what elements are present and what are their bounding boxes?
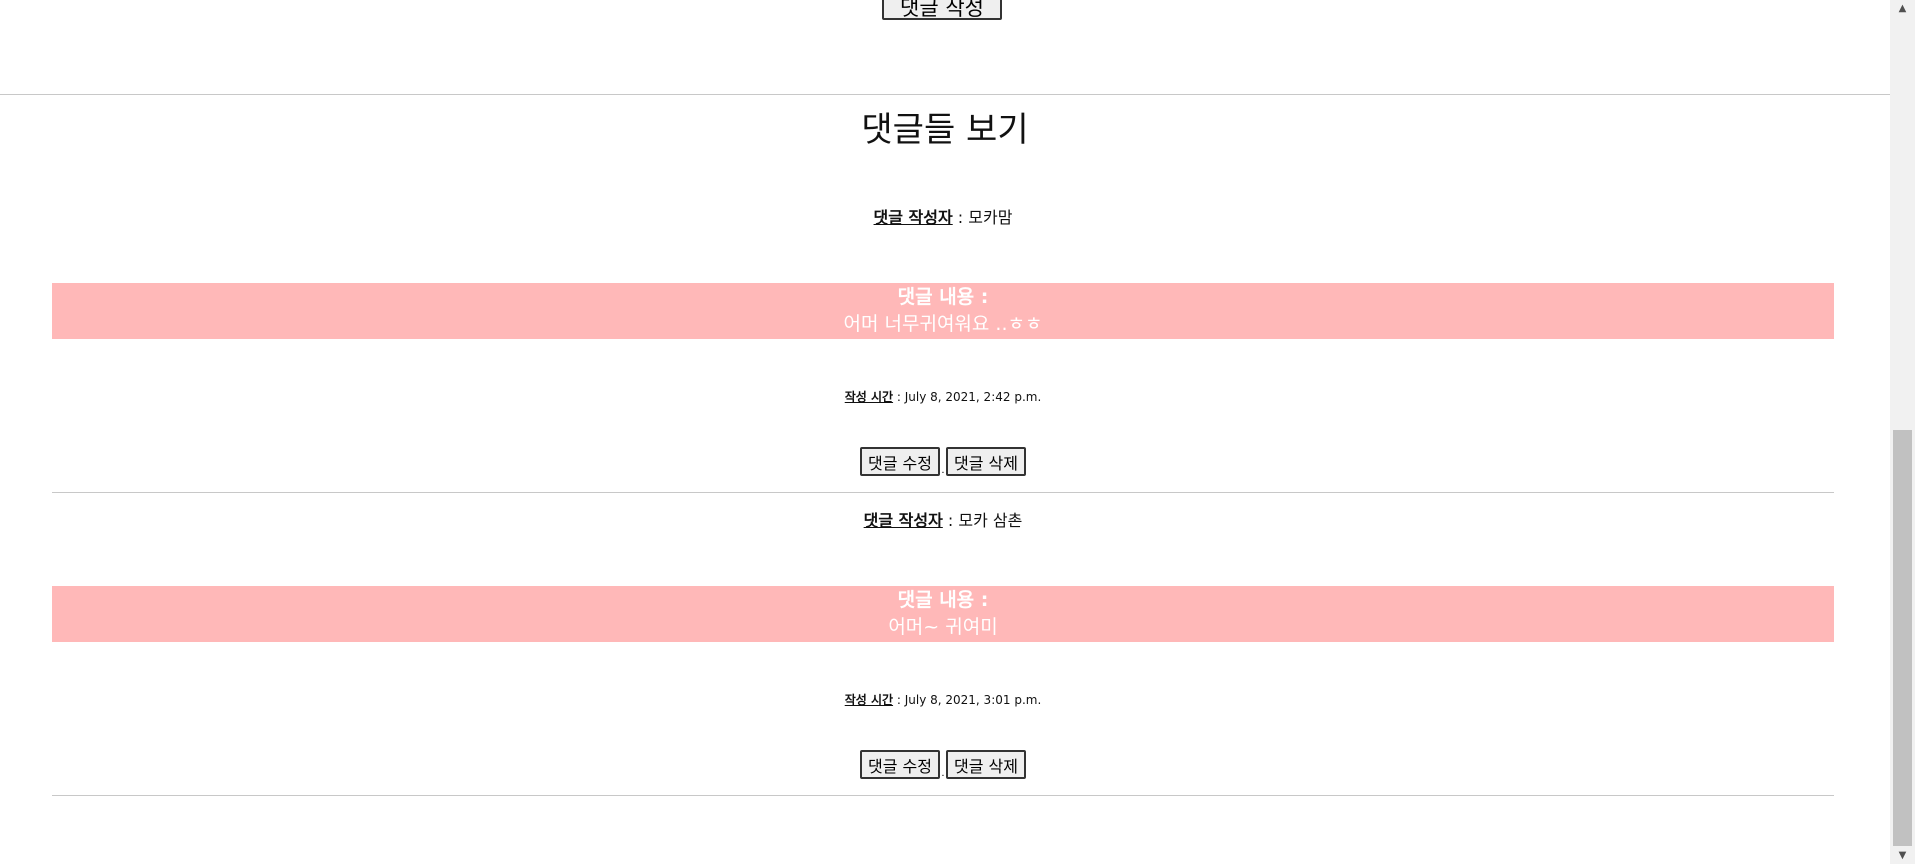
comment-time-separator: :	[893, 390, 905, 404]
comment-author-label: 댓글 작성자	[873, 208, 953, 227]
comment-time-line: 작성 시간 : July 8, 2021, 2:42 p.m.	[52, 388, 1834, 406]
delete-comment-button[interactable]: 댓글 삭제	[946, 750, 1026, 779]
comment-content-box: 댓글 내용 : 어머 너무귀여워요 ..ㅎㅎ	[52, 283, 1834, 339]
comment-time-label: 작성 시간	[844, 693, 894, 707]
vertical-scrollbar[interactable]: ▲ ▼	[1890, 0, 1915, 864]
page-viewport: 댓글 작성 댓글들 보기 댓글 작성자 : 모카맘 댓글 내용 : 어머 너무귀…	[0, 0, 1890, 864]
arrow-up-icon[interactable]: ▲	[1890, 0, 1915, 17]
scrollbar-thumb[interactable]	[1893, 430, 1912, 846]
comment-author-separator: :	[942, 511, 959, 530]
comment-time: July 8, 2021, 3:01 p.m.	[904, 693, 1042, 707]
comment-content-label: 댓글 내용 :	[897, 286, 989, 308]
comment-author-separator: :	[952, 208, 969, 227]
comment-time-line: 작성 시간 : July 8, 2021, 3:01 p.m.	[52, 691, 1834, 709]
comments-section-title: 댓글들 보기	[861, 110, 1029, 150]
comment-author-line: 댓글 작성자 : 모카 삼촌	[52, 510, 1834, 532]
comment-content: 어머 너무귀여워요 ..ㅎㅎ	[843, 313, 1043, 335]
comment-time-label: 작성 시간	[844, 390, 894, 404]
comment-time-separator: :	[893, 693, 905, 707]
comment-author: 모카 삼촌	[958, 511, 1023, 530]
comment-author: 모카맘	[968, 208, 1013, 227]
section-divider	[0, 94, 1890, 95]
comment-content-label: 댓글 내용 :	[897, 589, 989, 611]
comment-actions: 댓글 수정. 댓글 삭제	[52, 750, 1834, 779]
comment-time: July 8, 2021, 2:42 p.m.	[904, 390, 1042, 404]
arrow-down-icon[interactable]: ▼	[1890, 847, 1915, 864]
comment-author-line: 댓글 작성자 : 모카맘	[52, 207, 1834, 229]
edit-comment-button[interactable]: 댓글 수정	[860, 447, 940, 476]
edit-comment-button[interactable]: 댓글 수정	[860, 750, 940, 779]
comment-author-label: 댓글 작성자	[863, 511, 943, 530]
comment-divider	[52, 492, 1834, 493]
comment-actions: 댓글 수정. 댓글 삭제	[52, 447, 1834, 476]
comment-content: 어머~ 귀여미	[888, 616, 998, 638]
delete-comment-button[interactable]: 댓글 삭제	[946, 447, 1026, 476]
comment-submit-button[interactable]: 댓글 작성	[882, 0, 1002, 20]
comment-divider	[52, 795, 1834, 796]
comment-content-box: 댓글 내용 : 어머~ 귀여미	[52, 586, 1834, 642]
